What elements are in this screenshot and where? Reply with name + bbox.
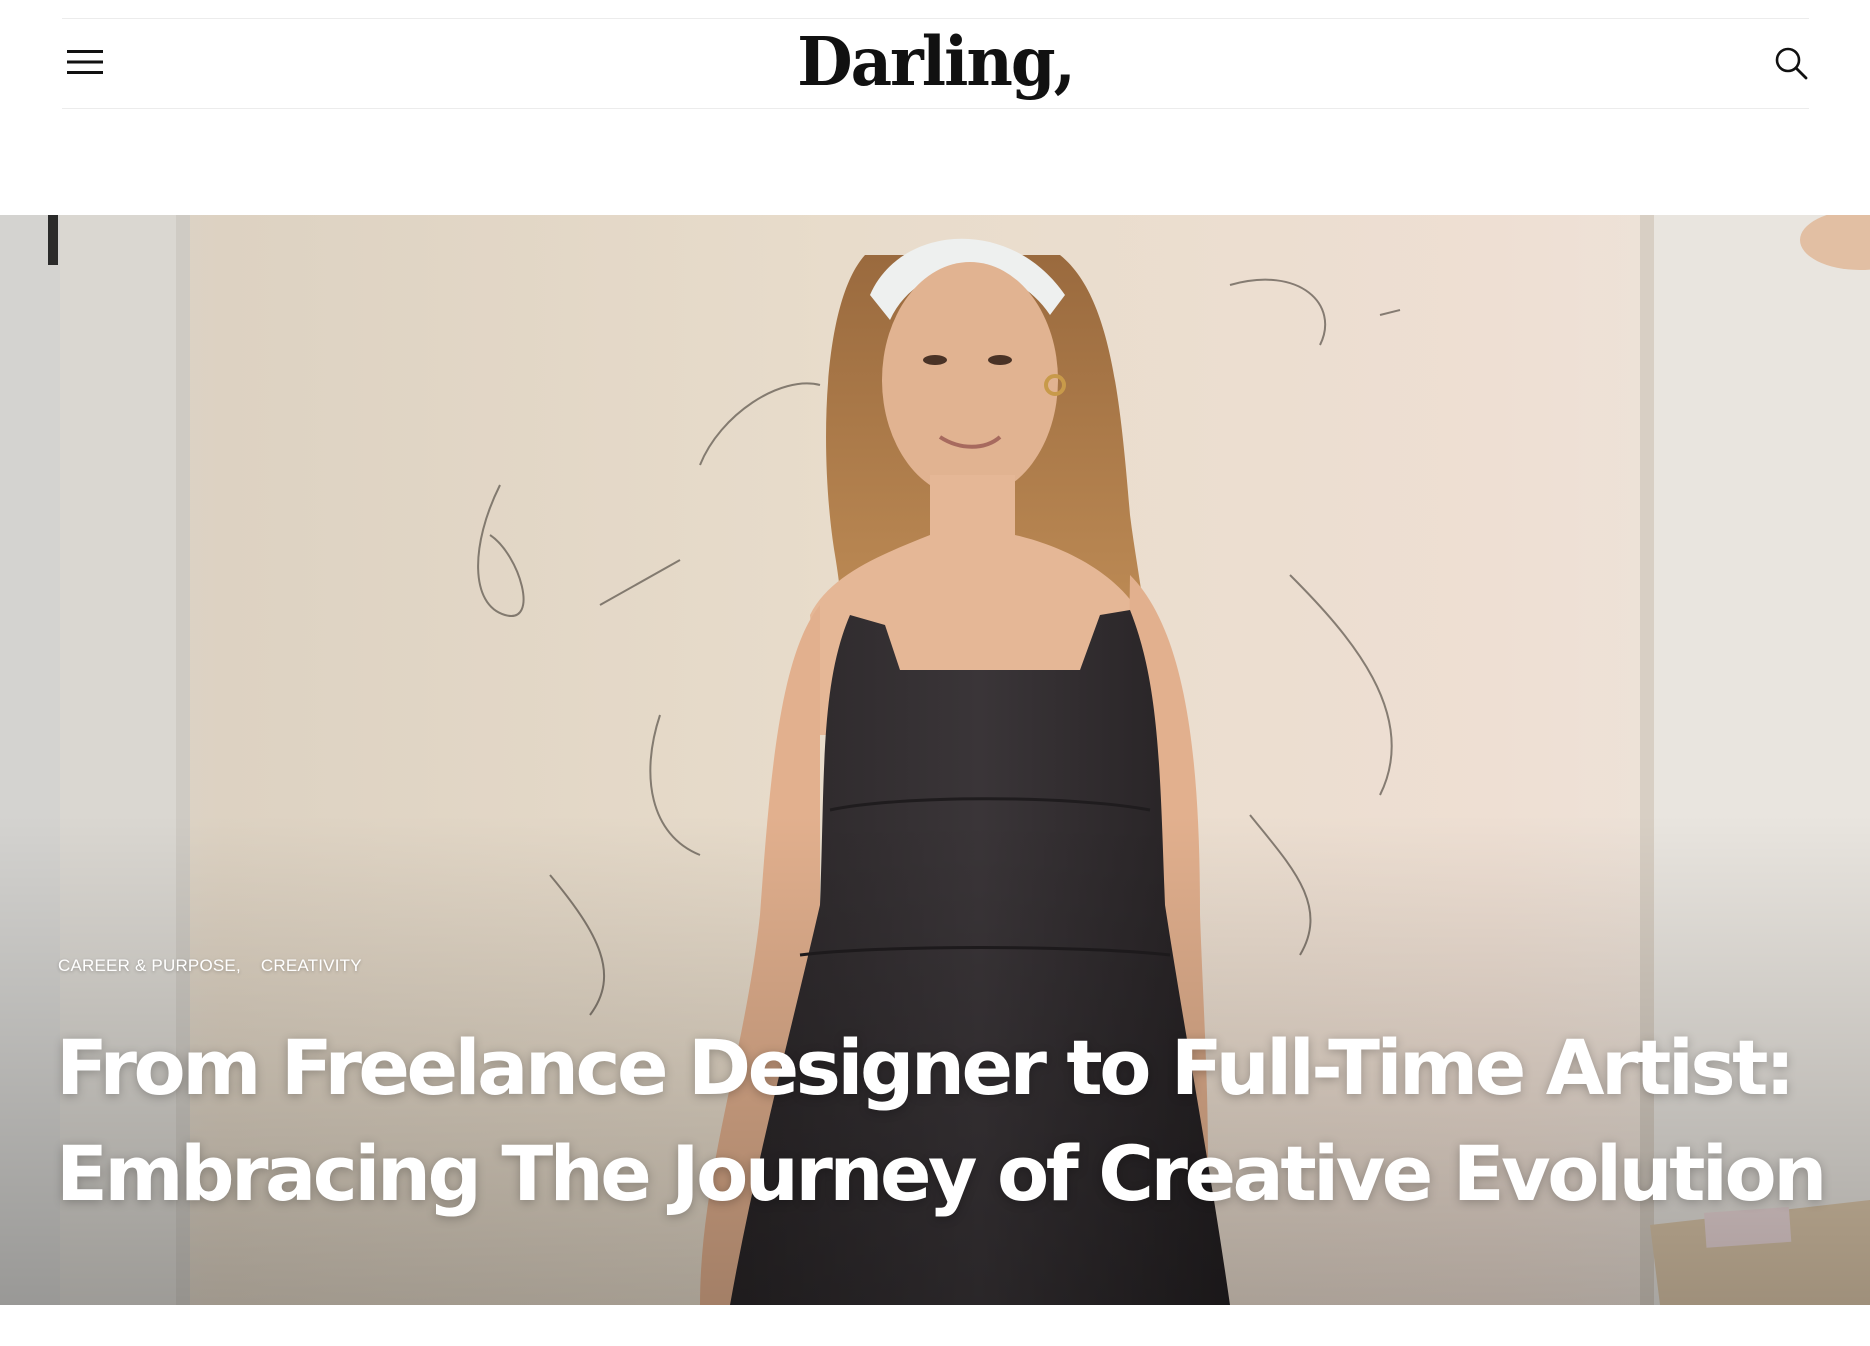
article-title-line-1: From Freelance Designer to Full-Time Art…: [56, 1023, 1795, 1112]
site-logo[interactable]: Darling,: [62, 23, 1809, 102]
category-career-purpose[interactable]: CAREER & PURPOSE,: [58, 956, 241, 976]
article-title-line-2: Embracing The Journey of Creative Evolut…: [56, 1129, 1827, 1218]
logo-text: Darling,: [797, 23, 1076, 102]
search-button[interactable]: [1771, 43, 1811, 83]
hero-feature[interactable]: CAREER & PURPOSE, CREATIVITY From Freela…: [0, 215, 1870, 1305]
post-categories: CAREER & PURPOSE, CREATIVITY: [58, 956, 362, 976]
search-icon: [1775, 47, 1808, 80]
site-header: Darling,: [62, 18, 1809, 109]
article-title[interactable]: From Freelance Designer to Full-Time Art…: [56, 1015, 1827, 1227]
category-creativity[interactable]: CREATIVITY: [261, 956, 362, 976]
